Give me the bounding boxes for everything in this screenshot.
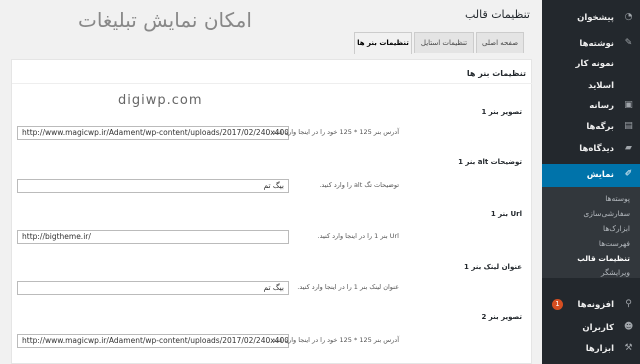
- sidebar-item-posts[interactable]: ✎ نوشته‌ها: [542, 33, 640, 55]
- sidebar-item-pages[interactable]: ▤ برگه‌ها: [542, 116, 640, 138]
- sidebar-item-comments[interactable]: ▰ دیدگاه‌ها: [542, 138, 640, 160]
- media-icon: ▣: [624, 100, 633, 110]
- admin-sidebar: ◔ پیشخوان ✎ نوشته‌ها نمونه کار اسلاید ▣ …: [536, 0, 640, 364]
- panel-heading: تنظیمات بنر ها: [466, 69, 526, 78]
- dashboard-icon: ◔: [624, 12, 633, 22]
- field-label-banner2-image: تصویر بنر 2: [481, 313, 523, 321]
- sidebar-item-portfolio[interactable]: نمونه کار: [542, 53, 640, 75]
- sidebar-item-label: نمایش: [586, 170, 614, 180]
- submenu-item-widgets[interactable]: ابزارک‌ها: [603, 223, 630, 235]
- pin-icon: ✎: [624, 38, 633, 48]
- sidebar-item-users[interactable]: ☻ کاربران: [542, 317, 640, 339]
- sidebar-item-media[interactable]: ▣ رسانه: [542, 95, 640, 117]
- watermark: digiwp.com: [118, 93, 203, 108]
- page-title: تنظیمات قالب: [464, 8, 530, 21]
- sidebar-item-label: نمونه کار: [575, 59, 614, 69]
- sidebar-item-plugins[interactable]: ⚲ افزونه‌ها 1: [542, 294, 640, 316]
- current-menu-arrow: [536, 169, 542, 181]
- brush-icon: ✐: [624, 169, 633, 179]
- banner1-image-input[interactable]: http://www.magicwp.ir/Adament/wp-content…: [17, 126, 289, 140]
- sidebar-item-label: ابزارها: [585, 344, 614, 354]
- field-desc: Url بنر 1 را در اینجا وارد کنید.: [317, 232, 399, 240]
- field-label-banner1-image: تصویر بنر 1: [481, 108, 523, 116]
- sidebar-item-label: پیشخوان: [577, 13, 614, 23]
- field-label-banner1-link-title: عنوان لینک بنر 1: [464, 263, 522, 271]
- divider: [12, 83, 532, 84]
- appearance-submenu: پوسته‌ها سفارشی‌سازی ابزارک‌ها فهرست‌ها …: [542, 187, 640, 278]
- sidebar-item-slider[interactable]: اسلاید: [542, 75, 640, 97]
- sidebar-item-dashboard[interactable]: ◔ پیشخوان: [542, 7, 640, 29]
- submenu-item-theme-settings[interactable]: تنظیمات قالب: [577, 253, 630, 265]
- tools-icon: ⚒: [624, 343, 633, 353]
- banner1-alt-input[interactable]: بیگ تم: [17, 179, 289, 193]
- sidebar-item-label: افزونه‌ها: [577, 300, 614, 310]
- sidebar-item-label: دیدگاه‌ها: [579, 144, 614, 154]
- field-label-banner1-url: Url بنر 1: [490, 210, 522, 218]
- sidebar-item-tools[interactable]: ⚒ ابزارها: [542, 338, 640, 360]
- sidebar-item-label: رسانه: [589, 101, 614, 111]
- banner1-link-title-input[interactable]: بیگ تم: [17, 281, 289, 295]
- field-desc: عنوان لینک بنر 1 را در اینجا وارد کنید.: [297, 283, 399, 291]
- submenu-item-menus[interactable]: فهرست‌ها: [599, 238, 630, 250]
- update-count-badge: 1: [552, 299, 563, 310]
- tab-style-settings[interactable]: تنظیمات استایل: [414, 32, 474, 53]
- panel-header: تنظیمات بنر ها: [0, 66, 540, 84]
- sidebar-item-label: برگه‌ها: [586, 122, 614, 132]
- page-icon: ▤: [624, 121, 633, 131]
- settings-panel: [11, 59, 532, 364]
- submenu-item-themes[interactable]: پوسته‌ها: [605, 193, 630, 205]
- banner-heading: امکان نمایش تبلیغات: [78, 8, 252, 32]
- tab-banner-settings[interactable]: تنظیمات بنر ها: [354, 32, 412, 54]
- sidebar-item-label: اسلاید: [588, 81, 614, 91]
- users-icon: ☻: [623, 322, 634, 332]
- banner2-image-input[interactable]: http://www.magicwp.ir/Adament/wp-content…: [17, 334, 289, 348]
- submenu-item-customize[interactable]: سفارشی‌سازی: [583, 208, 630, 220]
- sidebar-item-label: کاربران: [582, 323, 614, 333]
- field-label-banner1-alt: توضیحات alt بنر 1: [458, 158, 522, 166]
- field-desc: آدرس بنر 125 * 125 خود را در اینجا وارد …: [270, 128, 399, 136]
- plugin-icon: ⚲: [625, 299, 632, 309]
- comment-icon: ▰: [625, 143, 632, 153]
- submenu-item-editor[interactable]: ویرایشگر: [601, 267, 630, 279]
- tab-home[interactable]: صفحه اصلی: [476, 32, 524, 53]
- field-desc: آدرس بنر 125 * 125 خود را در اینجا وارد …: [270, 336, 399, 344]
- field-desc: توضیحات تگ alt را وارد کنید.: [319, 181, 399, 189]
- sidebar-item-appearance[interactable]: ✐ نمایش: [536, 164, 640, 187]
- banner1-url-input[interactable]: http://bigtheme.ir/: [17, 230, 289, 244]
- sidebar-item-label: نوشته‌ها: [579, 39, 614, 49]
